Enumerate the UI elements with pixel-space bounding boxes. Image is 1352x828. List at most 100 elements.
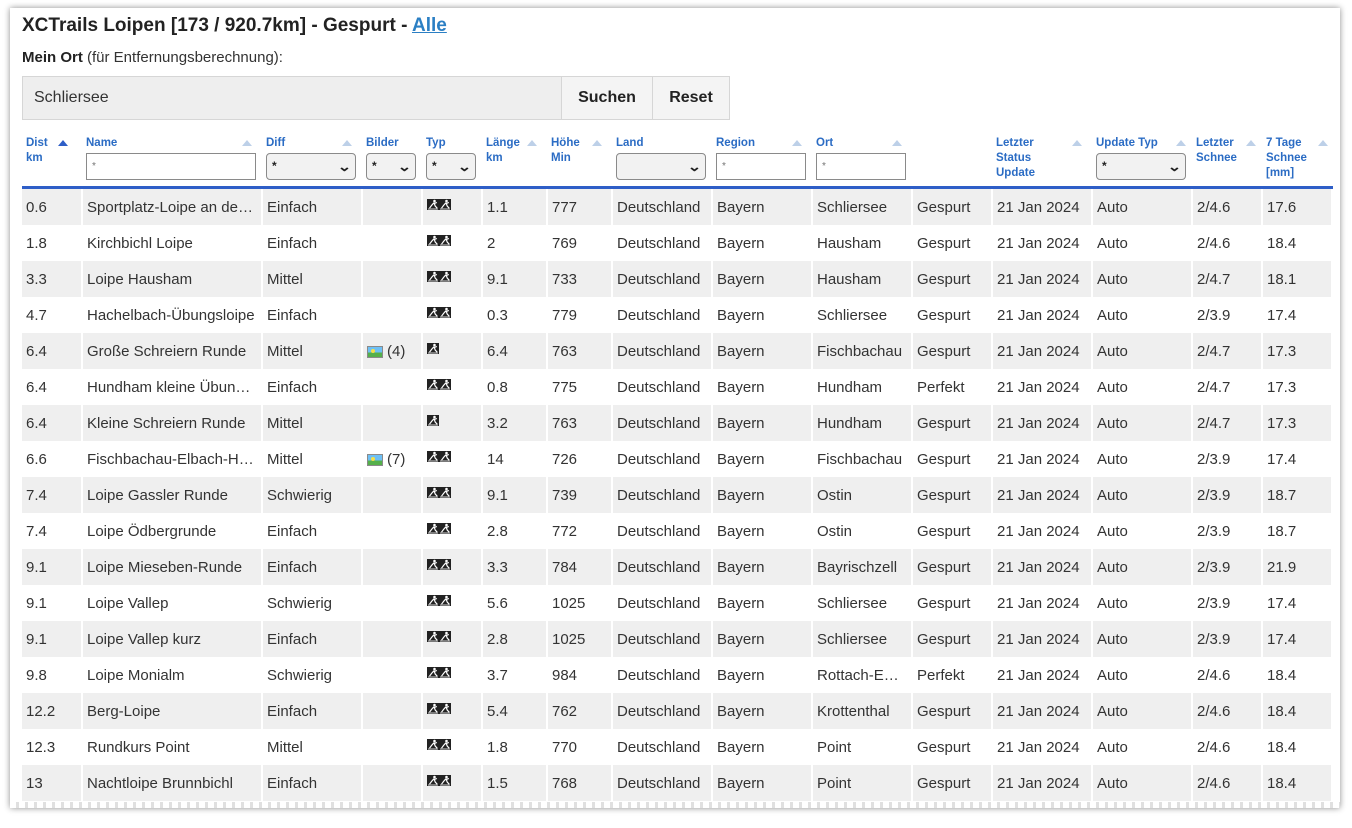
cell-name[interactable]: Große Schreiern Runde: [82, 333, 263, 369]
image-icon[interactable]: [367, 453, 383, 466]
cell-hoehe: 769: [547, 225, 613, 261]
ort-filter-input[interactable]: [816, 153, 906, 180]
table-row[interactable]: 12.2 Berg-Loipe Einfach 5.4 762 Deutschland Ba…: [22, 693, 1333, 729]
trail-type-icon: [427, 667, 451, 679]
table-row[interactable]: 6.4 Große Schreiern Runde Mittel (4) 6.4 763 D…: [22, 333, 1333, 369]
cell-name[interactable]: Nachtloipe Brunnbichl: [82, 765, 263, 801]
sort-arrow-icon[interactable]: [58, 140, 68, 146]
typ-filter-select[interactable]: * ⌄: [426, 153, 476, 180]
sort-arrow-icon[interactable]: [1318, 140, 1328, 146]
skating-ski-icon: [439, 559, 451, 571]
table-row[interactable]: 9.1 Loipe Vallep kurz Einfach 2.8 1025 Deutsc…: [22, 621, 1333, 657]
cell-name[interactable]: Loipe Hausham: [82, 261, 263, 297]
cell-schnee: 2/3.9: [1192, 477, 1263, 513]
table-row[interactable]: 4.7 Hachelbach-Übungsloipe Einfach 0.3 779 De…: [22, 297, 1333, 333]
table-row[interactable]: 7.4 Loipe Gassler Runde Schwierig 9.1 739 Deu…: [22, 477, 1333, 513]
col-land[interactable]: Land ⌄: [612, 133, 712, 189]
cell-name[interactable]: Loipe Mieseben-Runde: [82, 549, 263, 585]
name-filter-input[interactable]: [86, 153, 256, 180]
cell-name[interactable]: Rundkurs Point: [82, 729, 263, 765]
image-count[interactable]: (7): [387, 451, 405, 468]
sort-arrow-icon[interactable]: [1176, 140, 1186, 146]
col-hoehe[interactable]: Höhe Min: [547, 133, 612, 189]
cell-name[interactable]: Loipe Monialm: [82, 657, 263, 693]
bilder-filter-select[interactable]: * ⌄: [366, 153, 416, 180]
cell-laenge: 0.8: [482, 369, 548, 405]
cell-name[interactable]: Loipe Vallep kurz: [82, 621, 263, 657]
col-bilder[interactable]: Bilder * ⌄: [362, 133, 422, 189]
cell-region: Bayern: [712, 333, 813, 369]
sort-arrow-icon[interactable]: [1072, 140, 1082, 146]
cell-tage: 17.4: [1262, 621, 1333, 657]
table-row[interactable]: 1.8 Kirchbichl Loipe Einfach 2 769 Deutschlan…: [22, 225, 1333, 261]
cell-name[interactable]: Fischbachau-Elbach-H…: [82, 441, 263, 477]
cell-update: 21 Jan 2024: [992, 765, 1093, 801]
cell-name[interactable]: Loipe Ödbergrunde: [82, 513, 263, 549]
land-filter-select[interactable]: ⌄: [616, 153, 706, 180]
cell-name[interactable]: Sportplatz-Loipe an de…: [82, 187, 263, 225]
cell-updatetyp: Auto: [1092, 187, 1193, 225]
location-input[interactable]: [22, 76, 562, 120]
cell-ort: Krottenthal: [812, 693, 913, 729]
cell-name[interactable]: Hachelbach-Übungsloipe: [82, 297, 263, 333]
trail-type-icon: [427, 631, 451, 643]
cell-hoehe: 784: [547, 549, 613, 585]
col-ort[interactable]: Ort: [812, 133, 912, 189]
cell-hoehe: 763: [547, 333, 613, 369]
updatetyp-filter-select[interactable]: * ⌄: [1096, 153, 1186, 180]
table-row[interactable]: 7.4 Loipe Ödbergrunde Einfach 2.8 772 Deutsch…: [22, 513, 1333, 549]
cell-laenge: 14: [482, 441, 548, 477]
region-filter-input[interactable]: [716, 153, 806, 180]
cell-schnee: 2/4.6: [1192, 187, 1263, 225]
col-update[interactable]: Letzter Status Update: [992, 133, 1092, 189]
search-button[interactable]: Suchen: [562, 76, 653, 120]
cell-name[interactable]: Loipe Gassler Runde: [82, 477, 263, 513]
cell-name[interactable]: Berg-Loipe: [82, 693, 263, 729]
reset-button[interactable]: Reset: [653, 76, 730, 120]
col-schnee[interactable]: Letzter Schnee: [1192, 133, 1262, 189]
diff-filter-select[interactable]: * ⌄: [266, 153, 356, 180]
sort-arrow-icon[interactable]: [242, 140, 252, 146]
col-updatetyp[interactable]: Update Typ * ⌄: [1092, 133, 1192, 189]
sort-arrow-icon[interactable]: [592, 140, 602, 146]
sort-arrow-icon[interactable]: [527, 140, 537, 146]
col-diff[interactable]: Diff * ⌄: [262, 133, 362, 189]
cell-name[interactable]: Kirchbichl Loipe: [82, 225, 263, 261]
sort-arrow-icon[interactable]: [1246, 140, 1256, 146]
table-row[interactable]: 9.1 Loipe Vallep Schwierig 5.6 1025 Deutschla…: [22, 585, 1333, 621]
image-icon[interactable]: [367, 345, 383, 358]
col-laenge[interactable]: Länge km: [482, 133, 547, 189]
image-count[interactable]: (4): [387, 343, 405, 360]
table-row[interactable]: 9.8 Loipe Monialm Schwierig 3.7 984 Deutschla…: [22, 657, 1333, 693]
col-name[interactable]: Name: [82, 133, 262, 189]
table-row[interactable]: 6.6 Fischbachau-Elbach-H… Mittel (7) 14 726 De…: [22, 441, 1333, 477]
col-tage[interactable]: 7 Tage Schnee [mm]: [1262, 133, 1332, 189]
sort-arrow-icon[interactable]: [792, 140, 802, 146]
cell-name[interactable]: Kleine Schreiern Runde: [82, 405, 263, 441]
cell-diff: Schwierig: [262, 477, 363, 513]
cell-bilder: [362, 585, 423, 621]
cell-updatetyp: Auto: [1092, 621, 1193, 657]
cell-laenge: 1.1: [482, 187, 548, 225]
sort-arrow-icon[interactable]: [342, 140, 352, 146]
table-row[interactable]: 9.1 Loipe Mieseben-Runde Einfach 3.3 784 Deut…: [22, 549, 1333, 585]
cell-name[interactable]: Loipe Vallep: [82, 585, 263, 621]
table-row[interactable]: 3.3 Loipe Hausham Mittel 9.1 733 Deutschland B…: [22, 261, 1333, 297]
col-region[interactable]: Region: [712, 133, 812, 189]
table-row[interactable]: 6.4 Hundham kleine Übun… Einfach 0.8 775 Deut…: [22, 369, 1333, 405]
cell-bilder: [362, 657, 423, 693]
table-row[interactable]: 13 Nachtloipe Brunnbichl Einfach 1.5 768 Deut…: [22, 765, 1333, 801]
cell-diff: Einfach: [262, 297, 363, 333]
cell-name[interactable]: Hundham kleine Übun…: [82, 369, 263, 405]
cell-laenge: 0.3: [482, 297, 548, 333]
col-typ[interactable]: Typ * ⌄: [422, 133, 482, 189]
trail-type-icon: [427, 307, 451, 319]
cell-update: 21 Jan 2024: [992, 225, 1093, 261]
col-dist[interactable]: Dist km: [22, 133, 82, 189]
table-row[interactable]: 6.4 Kleine Schreiern Runde Mittel 3.2 763 Deu…: [22, 405, 1333, 441]
sort-arrow-icon[interactable]: [892, 140, 902, 146]
table-row[interactable]: 12.3 Rundkurs Point Mittel 1.8 770 Deutschlan…: [22, 729, 1333, 765]
table-row[interactable]: 0.6 Sportplatz-Loipe an de… Einfach 1.1 777 D…: [22, 187, 1333, 225]
cell-land: Deutschland: [612, 405, 713, 441]
all-link[interactable]: Alle: [412, 15, 447, 36]
